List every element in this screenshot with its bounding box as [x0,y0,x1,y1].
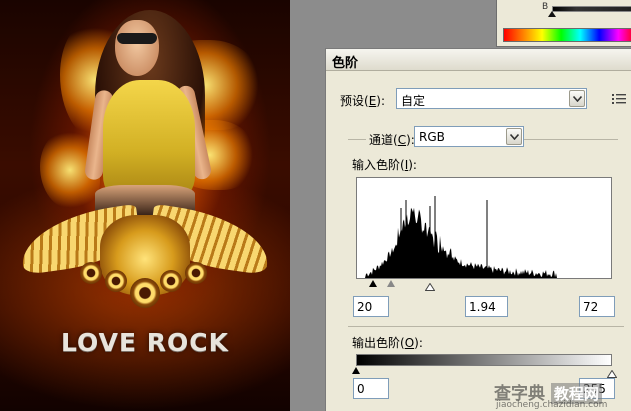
speaker [160,270,182,292]
speaker [130,278,160,308]
output-levels-gradient [356,354,612,366]
blue-slider-track[interactable] [552,6,631,12]
channel-label: 通道(C): [366,131,418,148]
dialog-title: 色阶 [332,56,359,71]
histogram-graph [357,196,611,278]
input-white-point-slider[interactable] [424,280,436,291]
blue-slider-thumb[interactable] [548,11,556,17]
color-panel: B [496,0,631,47]
poster-logo: LOVE ROCK [61,328,229,357]
channel-value: RGB [419,130,445,144]
histogram-area [357,207,611,278]
input-levels-label: 输入色阶(I): [352,158,417,172]
output-black-field[interactable]: 0 [353,378,389,399]
watermark-url: jiaocheng.chazidian.com [496,400,608,410]
sunglasses [117,33,157,44]
output-black-slider[interactable] [352,367,360,374]
poster-image: LOVE ROCK [0,0,290,411]
dialog-titlebar[interactable]: 色阶 [326,49,631,71]
output-white-slider[interactable] [606,367,618,378]
histogram [356,177,612,279]
preset-select[interactable]: 自定 [396,88,587,109]
input-black-field[interactable]: 20 [353,296,389,317]
preset-value: 自定 [401,94,426,108]
chevron-down-icon[interactable] [506,128,522,145]
preset-options-icon[interactable] [612,93,626,105]
speaker [80,262,102,284]
channel-select[interactable]: RGB [414,126,524,147]
input-white-field[interactable]: 72 [579,296,615,317]
levels-dialog: 色阶 预设(E): 自定 通道(C): RGB 输入色阶(I): 20 1.94… [325,48,631,411]
color-spectrum-bar[interactable] [503,28,631,42]
speaker [105,270,127,292]
section-divider [348,326,624,327]
input-black-point-slider[interactable] [369,280,377,287]
woman-torso [103,80,195,200]
chevron-down-icon[interactable] [569,90,585,107]
input-gamma-slider[interactable] [387,280,395,287]
preset-label: 预设(E): [340,94,386,108]
input-gamma-field[interactable]: 1.94 [465,296,508,317]
speaker [185,262,207,284]
output-levels-label: 输出色阶(O): [352,336,423,350]
woman-face [115,20,159,76]
